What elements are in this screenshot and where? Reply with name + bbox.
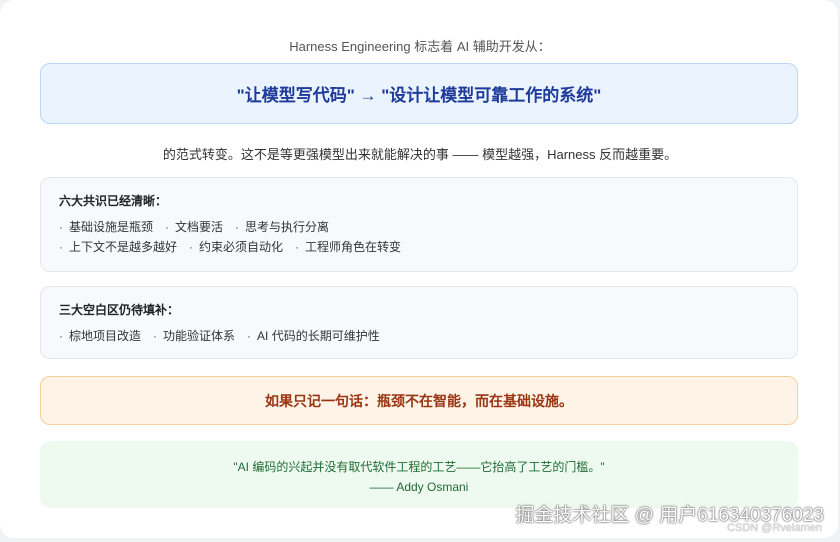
intro-text: Harness Engineering 标志着 AI 辅助开发从：: [289, 39, 551, 54]
list-item: 文档要活: [165, 220, 223, 234]
highlight-box: "让模型写代码" → "设计让模型可靠工作的系统": [40, 63, 798, 124]
quote-author: —— Addy Osmani: [369, 480, 469, 494]
highlight-text: "让模型写代码" → "设计让模型可靠工作的系统": [236, 86, 602, 105]
consensus-row-1: 基础设施是瓶颈文档要活思考与执行分离: [59, 217, 779, 237]
list-item: 棕地项目改造: [59, 329, 141, 343]
watermark-csdn: CSDN @Rvelamen: [727, 522, 822, 534]
quote-text: "AI 编码的兴起并没有取代软件工程的工艺——它抬高了工艺的门槛。": [233, 460, 605, 474]
gaps-row: 棕地项目改造功能验证体系 AI 代码的长期可维护性: [59, 326, 779, 346]
takeaway-box: 如果只记一句话：瓶颈不在智能，而在基础设施。: [40, 376, 798, 425]
list-item: 基础设施是瓶颈: [59, 220, 153, 234]
paragraph-text: 的范式转变。这不是等更强模型出来就能解决的事 —— 模型越强，Harness 反…: [162, 147, 678, 162]
list-item: 工程师角色在转变: [295, 240, 401, 254]
list-item: 上下文不是越多越好: [59, 240, 177, 254]
quote-box: "AI 编码的兴起并没有取代软件工程的工艺——它抬高了工艺的门槛。" —— Ad…: [40, 441, 798, 508]
consensus-title: 六大共识已经清晰：: [59, 194, 168, 208]
gaps-title: 三大空白区仍待填补：: [59, 303, 180, 317]
consensus-box: 六大共识已经清晰： 基础设施是瓶颈文档要活思考与执行分离 上下文不是越多越好约束…: [40, 177, 798, 272]
list-item: 功能验证体系: [153, 329, 235, 343]
takeaway-text: 如果只记一句话：瓶颈不在智能，而在基础设施。: [265, 392, 573, 409]
list-item: 思考与执行分离: [235, 220, 329, 234]
list-item: AI 代码的长期可维护性: [247, 329, 380, 343]
consensus-row-2: 上下文不是越多越好约束必须自动化工程师角色在转变: [59, 237, 779, 257]
gaps-box: 三大空白区仍待填补： 棕地项目改造功能验证体系 AI 代码的长期可维护性: [40, 286, 798, 359]
content-card: Harness Engineering 标志着 AI 辅助开发从： "让模型写代…: [0, 0, 838, 538]
list-item: 约束必须自动化: [189, 240, 283, 254]
